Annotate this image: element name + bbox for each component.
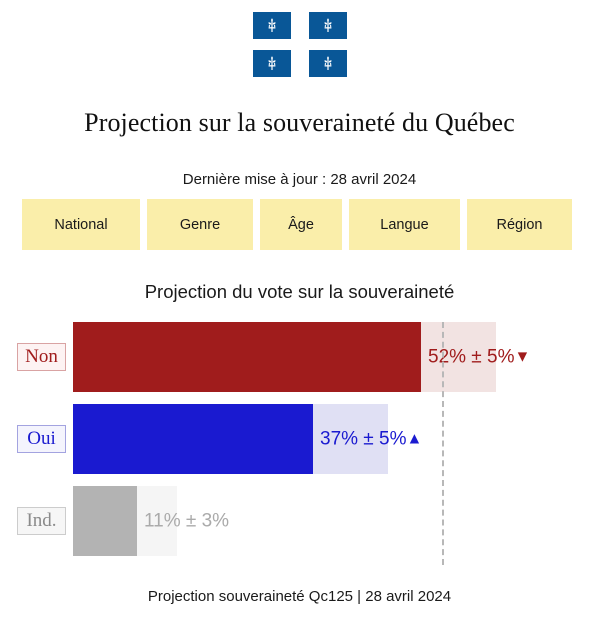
flag-banner — [0, 12, 599, 77]
chart-source-footer: Projection souveraineté Qc125 | 28 avril… — [147, 588, 452, 605]
bar-ind — [73, 486, 137, 556]
tab-genre[interactable]: Genre — [147, 199, 253, 250]
projection-bar-chart: Non 52% ± 5%▼ Oui 37% ± 5%▲ Ind. 11% ± 3… — [0, 310, 599, 572]
category-label-ind: Ind. — [17, 507, 66, 535]
flag-row-top — [252, 12, 347, 39]
bar-oui — [73, 404, 313, 474]
majority-reference-line — [442, 322, 444, 565]
trend-up-icon: ▲ — [406, 430, 423, 448]
bar-track-oui: 37% ± 5%▲ — [73, 404, 422, 474]
quebec-flag-icon — [252, 12, 291, 39]
flag-row-bottom — [252, 50, 347, 77]
category-label-non: Non — [17, 343, 66, 371]
tab-langue[interactable]: Langue — [349, 199, 460, 250]
bar-track-ind: 11% ± 3% — [73, 486, 229, 556]
bar-value-text-oui: 37% ± 5% — [320, 428, 407, 450]
bar-value-oui: 37% ± 5%▲ — [320, 430, 422, 449]
table-row: Non 52% ± 5%▼ — [0, 322, 599, 392]
tab-bar: National Genre Âge Langue Région — [22, 199, 577, 250]
quebec-flag-icon — [252, 50, 291, 77]
quebec-flag-icon — [308, 50, 347, 77]
trend-down-icon: ▼ — [514, 348, 531, 366]
table-row: Oui 37% ± 5%▲ — [0, 404, 599, 474]
bar-non — [73, 322, 421, 392]
bar-value-ind: 11% ± 3% — [144, 512, 229, 531]
bar-track-non: 52% ± 5%▼ — [73, 322, 530, 392]
table-row: Ind. 11% ± 3% — [0, 486, 599, 556]
chart-title: Projection du vote sur la souveraineté — [144, 281, 455, 302]
tab-national[interactable]: National — [22, 199, 140, 250]
quebec-flag-icon — [308, 12, 347, 39]
last-updated-text: Dernière mise à jour : 28 avril 2024 — [182, 171, 417, 188]
tab-region[interactable]: Région — [467, 199, 572, 250]
page-title: Projection sur la souveraineté du Québec — [84, 108, 515, 137]
tab-age[interactable]: Âge — [260, 199, 342, 250]
bar-value-text-non: 52% ± 5% — [428, 346, 515, 368]
category-label-oui: Oui — [17, 425, 66, 453]
bar-value-text-ind: 11% ± 3% — [144, 510, 230, 532]
